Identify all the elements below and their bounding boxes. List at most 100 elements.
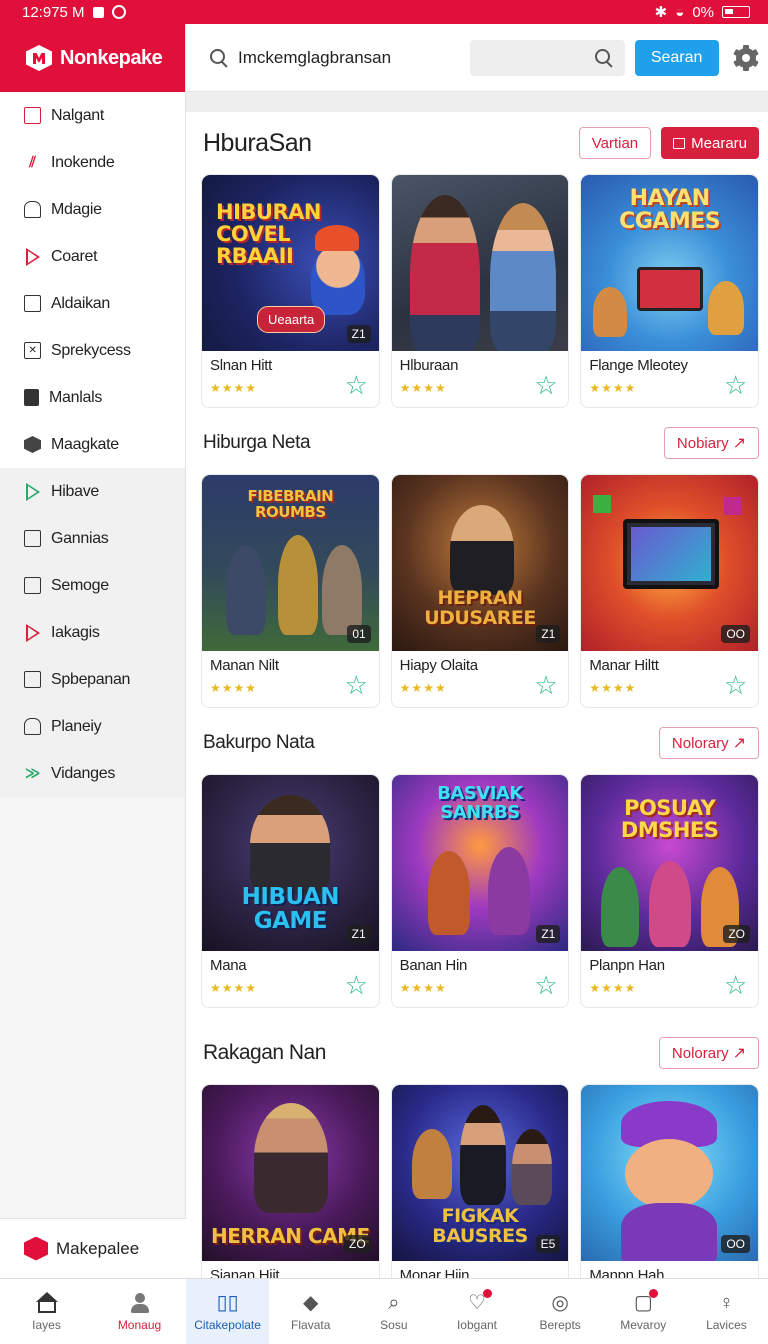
button-label: Nolorary (671, 1044, 729, 1062)
arrow-right-icon: ↗ (732, 1045, 746, 1062)
sidebar-footer[interactable]: Makepalee (0, 1218, 186, 1278)
bag-icon: ▢ (632, 1288, 659, 1314)
sidebar-item-semoge[interactable]: Semoge (0, 562, 185, 609)
content-top-strip (186, 92, 768, 112)
bluetooth-icon: ✱ (654, 4, 668, 21)
favorite-star-icon[interactable] (345, 673, 369, 697)
game-card[interactable]: FIBEBRAIN ROUMBS 01 Manan Nilt ★★★★ (201, 474, 380, 708)
rating-stars: ★★★★ (589, 981, 637, 995)
nav-tab-berepts[interactable]: ◎ Berepts (519, 1279, 602, 1344)
section-title: Bakurpo Nata (203, 732, 315, 753)
sidebar-item-iakagis[interactable]: Iakagis (0, 609, 185, 656)
nav-tab-monaug[interactable]: Monaug (93, 1279, 186, 1344)
sidebar-item-sprekycess[interactable]: ✕ Sprekycess (0, 327, 185, 374)
vartian-button[interactable]: Vartian (578, 127, 652, 159)
section-title: Rakagan Nan (203, 1041, 326, 1064)
count-badge: OO (721, 625, 751, 643)
game-card[interactable]: FIGKAK BAUSRES E5 Monar Hiin ★★★★ (390, 1084, 570, 1278)
search-button[interactable]: Searan (634, 39, 719, 76)
search-icon (594, 48, 613, 67)
arrow-right-icon: ↗ (732, 735, 746, 752)
sidebar-item-nalgant[interactable]: Nalgant (0, 92, 185, 139)
favorite-star-icon[interactable] (534, 373, 558, 397)
favorite-star-icon[interactable] (724, 673, 748, 697)
main-content: HburaSan Vartian Meararu HIBURAN COVEL R… (186, 92, 768, 1278)
sidebar-group-primary: Nalgant ⫽ Inokende Mdagie Coaret Aldaikan… (0, 92, 185, 468)
sidebar-item-maagkate[interactable]: Maagkate (0, 421, 185, 468)
sidebar-item-label: Manlals (49, 388, 103, 406)
search-input[interactable]: Imckemglagbransan (210, 48, 440, 68)
brand-header[interactable]: Nonkepake (0, 24, 185, 92)
button-label: Meararu (691, 134, 747, 152)
sidebar-item-label: Planeiy (51, 717, 102, 735)
favorite-star-icon[interactable] (724, 973, 748, 997)
nolorary-button[interactable]: Nolorary ↗ (658, 727, 759, 759)
sidebar-item-label: Gannias (51, 529, 109, 547)
game-card[interactable]: Hlburaan ★★★★ (390, 174, 570, 408)
favorite-star-icon[interactable] (345, 973, 369, 997)
character-figure (409, 195, 480, 351)
sidebar-item-label: Aldaikan (51, 294, 110, 312)
top-header: Imckemglagbransan Searan (186, 24, 768, 92)
sidebar-item-spbepanan[interactable]: Spbepanan (0, 656, 185, 703)
nav-tab-iobgant[interactable]: ♡ Iobgant (435, 1279, 518, 1344)
game-card[interactable]: POSUAY DMSHES ZO Planpn Han ★★★★ (580, 774, 760, 1008)
game-thumbnail: HERRAN CAME ZO (202, 1085, 379, 1261)
gear-icon[interactable] (732, 44, 759, 71)
nav-tab-home[interactable]: Iayes (0, 1279, 93, 1344)
sidebar-item-aldaikan[interactable]: Aldaikan (0, 280, 185, 327)
game-card[interactable]: OO Manar Hiltt ★★★★ (580, 474, 760, 708)
play-now-button[interactable]: Ueaarta (257, 306, 326, 333)
game-card[interactable]: HIBURAN COVEL RBAAII Ueaarta Z1 Slnan Hi… (201, 174, 380, 408)
brand-name: Nonkepake (60, 46, 163, 69)
sidebar-item-label: Semoge (51, 576, 109, 594)
status-bar: 12:975 M ✱ ◒ 0% (0, 0, 768, 24)
sidebar-item-vidanges[interactable]: ≫ Vidanges (0, 750, 185, 797)
nolorary-button[interactable]: Nolorary ↗ (658, 1037, 759, 1069)
nav-tab-mevaroy[interactable]: ▢ Mevaroy (602, 1279, 685, 1344)
sidebar: Nonkepake Nalgant ⫽ Inokende Mdagie Coare… (0, 24, 186, 1278)
character-figure (459, 1105, 506, 1205)
nav-tab-flavata[interactable]: ◆ Flavata (269, 1279, 352, 1344)
window-icon (673, 137, 686, 149)
favorite-star-icon[interactable] (724, 373, 748, 397)
nav-tab-lavices[interactable]: ♀ Lavices (685, 1279, 768, 1344)
sidebar-item-label: Iakagis (51, 623, 100, 641)
game-card[interactable]: BASVIAK SANRBS Z1 Banan Hin ★★★★ (390, 774, 570, 1008)
game-card[interactable]: HAYAN CGAMES Flange Mleotey ★★★★ (580, 174, 760, 408)
settings-status-icon (111, 5, 126, 19)
sidebar-item-hibave[interactable]: Hibave (0, 468, 185, 515)
sidebar-item-gannias[interactable]: Gannias (0, 515, 185, 562)
favorite-star-icon[interactable] (345, 373, 369, 397)
character-figure (310, 245, 365, 315)
sidebar-item-inokende[interactable]: ⫽ Inokende (0, 139, 185, 186)
game-card[interactable]: HIBUAN GAME Z1 Mana ★★★★ (201, 774, 380, 1008)
sidebar-item-planeiy[interactable]: Planeiy (0, 703, 185, 750)
nav-tab-label: Monaug (117, 1317, 162, 1332)
nav-tab-citakepolate[interactable]: ▯▯ Citakepolate (186, 1279, 270, 1344)
sidebar-item-coaret[interactable]: Coaret (0, 233, 185, 280)
nav-tab-sosu[interactable]: ⌕ Sosu (352, 1279, 435, 1344)
meararu-button[interactable]: Meararu (661, 127, 759, 159)
character-figure (708, 281, 745, 335)
cube-icon (24, 436, 41, 453)
sidebar-item-mdagie[interactable]: Mdagie (0, 186, 185, 233)
wifi-icon: ◒ (675, 3, 685, 21)
play-icon (25, 247, 40, 266)
game-card[interactable]: HEPRAN UDUSAREE Z1 Hiapy Olaita ★★★★ (390, 474, 570, 708)
thumbnail-title: FIBEBRAIN ROUMBS (247, 487, 334, 521)
rating-stars: ★★★★ (210, 681, 258, 695)
game-title: Sianan Hiit (210, 1267, 280, 1278)
battery-icon (722, 6, 750, 18)
favorite-star-icon[interactable] (534, 973, 558, 997)
secondary-search-field[interactable] (470, 39, 625, 76)
character-figure (226, 545, 266, 635)
character-hair (314, 225, 359, 251)
count-badge: 01 (347, 625, 371, 643)
lock-icon (24, 201, 41, 218)
sidebar-item-manlals[interactable]: Manlals (0, 374, 185, 421)
nobiary-button[interactable]: Nobiary ↗ (663, 427, 759, 459)
favorite-star-icon[interactable] (534, 673, 558, 697)
game-card[interactable]: HERRAN CAME ZO Sianan Hiit ★★★★ (201, 1084, 380, 1278)
game-card[interactable]: OO Manpn Hah ★★★★ (580, 1084, 760, 1278)
